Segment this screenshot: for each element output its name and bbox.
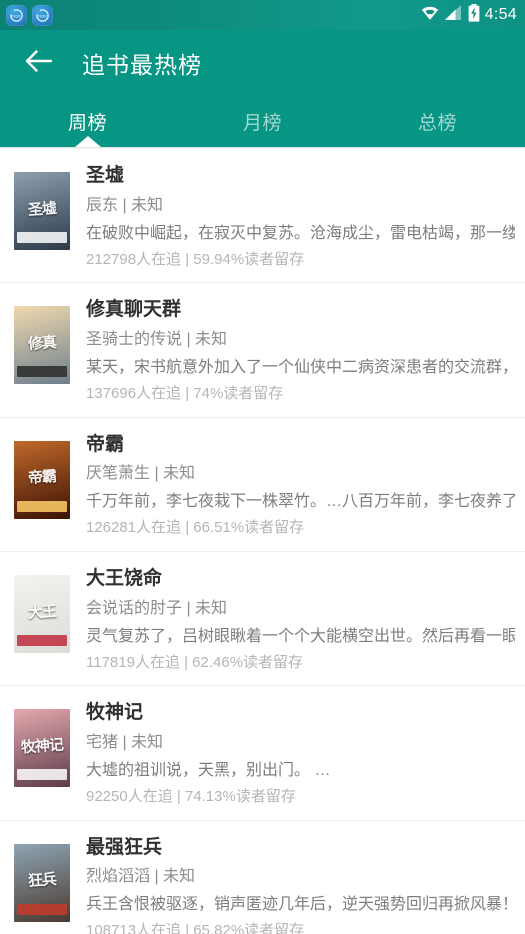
book-description: 某天，宋书航意外加入了一个仙侠中二病资深患者的交流群，…面自 [86,358,515,376]
book-stats: 108713人在追 | 65.82%读者留存 [86,922,305,934]
book-title: 大王饶命 [86,567,163,589]
book-description: 灵气复苏了，吕树眼瞅着一个个大能横空出世。然后再看一眼… [86,627,515,645]
status-bar-indicators: 4:54 [420,3,517,27]
book-title: 圣墟 [86,165,125,186]
book-info: 修真聊天群圣骑士的传说 | 未知某天，宋书航意外加入了一个仙侠中二病资深患者的交… [70,295,515,405]
svg-text:nox: nox [12,14,21,19]
book-description: 兵王含恨被驱逐，销声匿迹几年后，逆天强势回归再掀风暴！ [86,896,515,914]
book-author: 厌笔萧生 | 未知 [86,465,196,483]
status-bar-notifications: nox nox [6,4,53,26]
svg-text:nox: nox [38,14,47,19]
app-bar: 追书最热榜 [0,30,525,96]
book-info: 大王饶命会说话的肘子 | 未知灵气复苏了，吕树眼瞅着一个个大能横空出世。然后再看… [70,564,515,674]
book-cover-band [17,231,67,243]
book-description: 大墟的祖训说，天黑，别出门。 … [86,761,331,779]
tab-monthly-label: 月榜 [242,113,282,134]
book-cover-image: 大王 [14,574,70,653]
nox-notification-icon: nox [6,4,27,26]
wifi-icon [420,5,440,26]
book-cover-image: 帝霸 [14,440,70,519]
book-author: 辰东 | 未知 [86,196,164,214]
book-stats: 126281人在追 | 66.51%读者留存 [86,519,305,537]
book-title: 修真聊天群 [86,299,182,321]
book-author: 宅猪 | 未知 [86,733,164,751]
tab-overall-label: 总榜 [417,113,457,134]
book-stats: 92250人在追 | 74.13%读者留存 [86,788,296,806]
book-cover-band [17,769,67,781]
back-arrow-icon [24,48,54,79]
status-bar: nox nox 4:54 [0,0,525,30]
book-stats: 212798人在追 | 59.94%读者留存 [86,250,305,268]
book-cover-image: 牧神记 [14,709,70,788]
book-list-item[interactable]: 牧神记 牧神记 宅猪 | 未知 大墟的祖训说，天黑，别出门。 … 92250人在追 | … [0,686,525,821]
tab-bar: 周榜 月榜 总榜 [0,96,525,147]
book-title: 帝霸 [86,433,125,455]
book-info: 牧神记宅猪 | 未知大墟的祖训说，天黑，别出门。 … 92250人在追 | 74.… [70,698,515,808]
active-tab-indicator-icon [74,136,101,147]
tab-monthly[interactable]: 月榜 [175,96,350,147]
book-info: 帝霸厌笔萧生 | 未知千万年前，李七夜栽下一株翠竹。…八百万年前，李七夜养了一条… [70,430,515,540]
book-list-item[interactable]: 修真 修真聊天群圣骑士的传说 | 未知某天，宋书航意外加入了一个仙侠中二病资深患者… [0,283,525,418]
battery-charging-icon [468,3,480,27]
book-info: 圣墟辰东 | 未知在破败中崛起，在寂灭中复苏。沧海成尘，雷电枯竭，那一缕… 212… [70,161,515,271]
book-description: 在破败中崛起，在寂灭中复苏。沧海成尘，雷电枯竭，那一缕… [86,224,515,242]
book-list-item[interactable]: 圣墟 圣墟 辰东 | 未知 在破败中崛起，在寂灭中复苏。沧海成尘，雷电枯竭，那一缕… 2… [0,149,525,284]
book-author: 会说话的肘子 | 未知 [86,599,228,617]
book-ranking-list: 圣墟 圣墟 辰东 | 未知 在破败中崛起，在寂灭中复苏。沧海成尘，雷电枯竭，那一缕… 2… [0,149,525,934]
book-cover-band [17,366,67,378]
tab-overall[interactable]: 总榜 [350,96,525,147]
book-author: 圣骑士的传说 | 未知 [86,330,228,348]
book-cover-band [17,634,67,646]
book-cover-image: 修真 [14,306,70,385]
page-title: 追书最热榜 [82,52,202,78]
status-bar-clock: 4:54 [484,6,517,23]
tab-weekly-label: 周榜 [67,113,107,134]
book-list-item[interactable]: 狂兵 最强狂兵烈焰滔滔 | 未知兵王含恨被驱逐，销声匿迹几年后，逆天强势回归再掀风… [0,821,525,934]
book-cover-image: 狂兵 [14,843,70,922]
book-stats: 137696人在追 | 74%读者留存 [86,385,284,403]
book-title: 牧神记 [86,702,144,724]
book-list-item[interactable]: 大王 大王饶命会说话的肘子 | 未知灵气复苏了，吕树眼瞅着一个个大能横空出世。然后… [0,552,525,687]
book-cover-band [17,903,67,915]
tab-weekly[interactable]: 周榜 [0,96,175,147]
cellular-signal-icon [444,4,463,26]
nox-notification-icon: nox [32,4,53,26]
book-stats: 117819人在追 | 62.46%读者留存 [86,653,304,671]
book-cover-image: 圣墟 [14,172,70,250]
book-author: 烈焰滔滔 | 未知 [86,868,196,886]
book-description: 千万年前，李七夜栽下一株翠竹。…八百万年前，李七夜养了一条鱼 [86,493,515,511]
book-cover-band [17,500,67,512]
book-cover-title: 牧神记 [20,735,64,757]
book-title: 最强狂兵 [86,836,163,858]
book-list-item[interactable]: 帝霸 帝霸 厌笔萧生 | 未知 千万年前，李七夜栽下一株翠竹。…八百万年前，李七夜养了… [0,418,525,552]
book-info: 最强狂兵烈焰滔滔 | 未知兵王含恨被驱逐，销声匿迹几年后，逆天强势回归再掀风暴！… [70,833,515,934]
back-button[interactable] [18,42,60,84]
